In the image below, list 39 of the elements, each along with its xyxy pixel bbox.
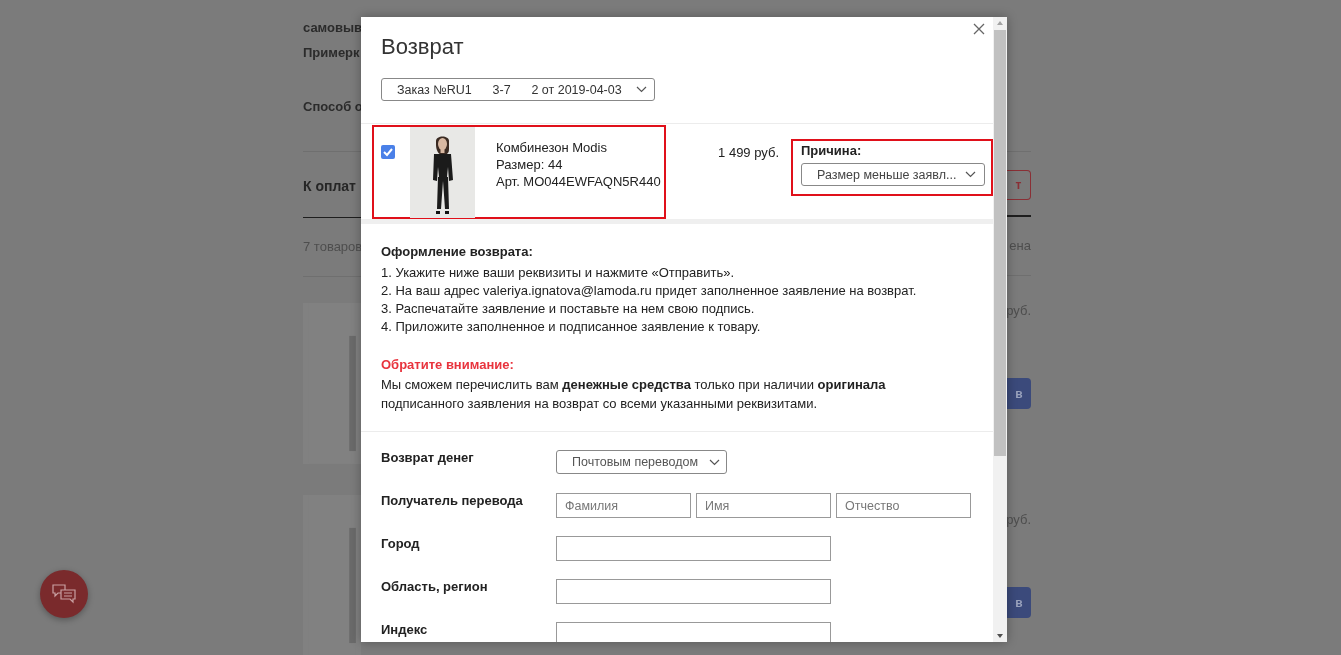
order-select[interactable]: Заказ №RU1 3-7 2 от 2019-04-03	[381, 78, 655, 101]
field-label: Индекс	[381, 622, 429, 639]
reason-select[interactable]: Размер меньше заявл...	[801, 163, 985, 186]
instruction-step: 2. На ваш адрес valeriya.ignatova@lamoda.ru придет заполненное заявление на возврат.	[381, 282, 917, 300]
instruction-step: 3. Распечатайте заявление и поставьте на нем свою подпись.	[381, 300, 755, 318]
chevron-down-icon	[965, 171, 976, 178]
product-article: Арт. MO044EWFAQN5R440	[496, 173, 661, 190]
field-label: Возврат денег	[381, 450, 475, 467]
field-label: Примерк	[303, 45, 361, 61]
field-label: Причина:	[801, 142, 862, 159]
field-label: самовыв	[303, 20, 361, 36]
checkbox[interactable]	[381, 145, 395, 159]
section-heading: Оформление возврата:	[381, 243, 533, 261]
product-size: Размер: 44	[496, 156, 564, 173]
chevron-down-icon	[636, 86, 647, 93]
field-label: Получатель перевода	[381, 493, 524, 510]
field-label: Область, регион	[381, 579, 489, 596]
product-name: Комбинезон Modis	[496, 139, 608, 156]
notice-heading: Обратите внимание:	[381, 356, 514, 374]
chat-button[interactable]	[40, 570, 88, 618]
instruction-step: 1. Укажите ниже ваши реквизиты и нажмите «Отправить».	[381, 264, 735, 282]
input-field[interactable]: Фамилия	[556, 493, 691, 518]
total-heading: К оплат	[303, 176, 357, 196]
field-label: Город	[381, 536, 421, 553]
input-field[interactable]	[556, 536, 831, 561]
scrollbar[interactable]	[993, 17, 1007, 642]
chevron-down-icon	[709, 458, 720, 466]
input-field[interactable]	[556, 579, 831, 604]
input-field[interactable]	[556, 622, 831, 642]
dialog-title: Возврат	[381, 33, 464, 61]
payment-select[interactable]: Почтовым переводом	[556, 450, 727, 474]
input-field[interactable]: Отчество	[836, 493, 971, 518]
product-price: 1 499 руб.	[717, 144, 779, 162]
close-button[interactable]	[972, 22, 986, 36]
chat-icon	[52, 584, 76, 604]
close-icon	[972, 22, 986, 36]
instruction-step: 4. Приложите заполненное и подписанное заявление к товару.	[381, 318, 761, 336]
input-field[interactable]: Имя	[696, 493, 831, 518]
notice-text: Мы сможем перечислить вам денежные средства только при наличии оригинала подписанного заявления на возврат со всеми указанными реквизитами.	[381, 376, 887, 413]
